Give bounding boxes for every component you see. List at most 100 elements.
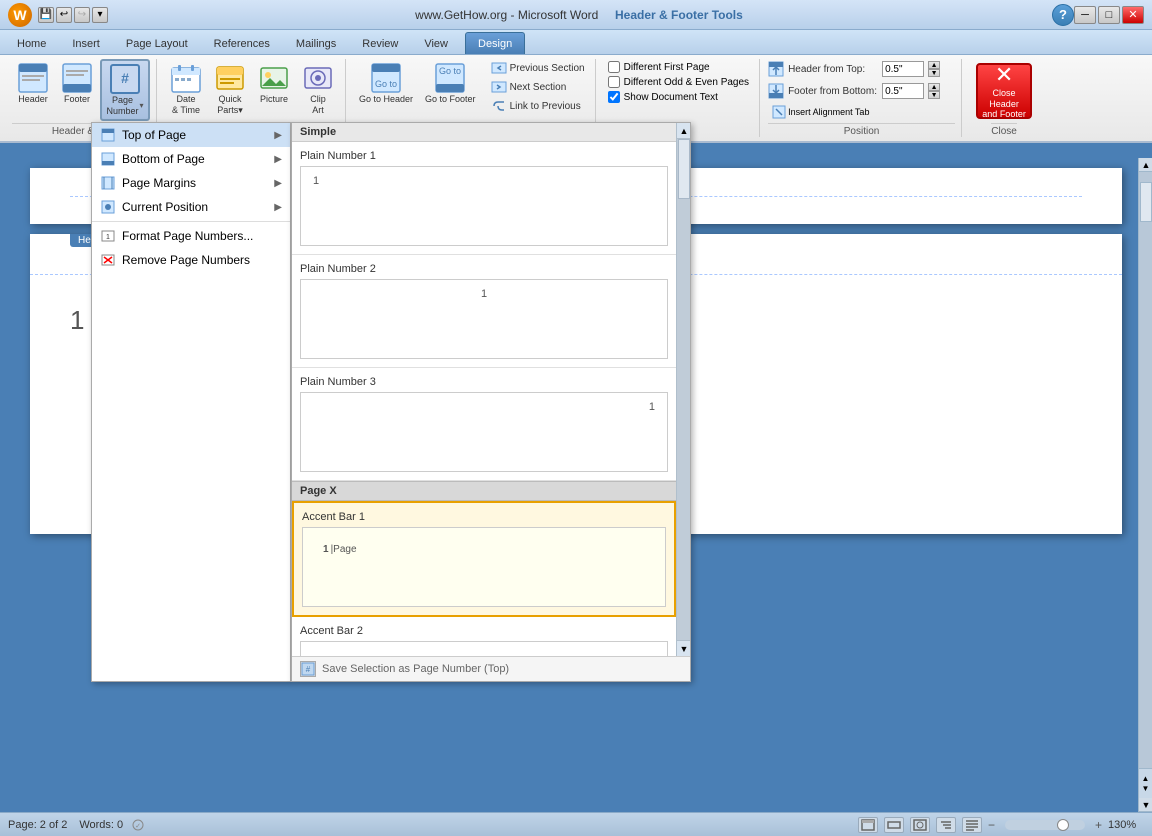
- zoom-slider[interactable]: [1005, 820, 1085, 830]
- gallery-scrollable[interactable]: Simple Plain Number 1 1 Plain Number 2 1: [292, 123, 676, 656]
- different-first-page-checkbox[interactable]: Different First Page: [608, 61, 749, 73]
- different-odd-even-checkbox[interactable]: Different Odd & Even Pages: [608, 76, 749, 88]
- save-btn[interactable]: 💾: [38, 7, 54, 23]
- remove-page-numbers-label: Remove Page Numbers: [122, 253, 250, 267]
- picture-button[interactable]: Picture: [253, 59, 295, 108]
- scroll-down-btn[interactable]: ▼: [677, 640, 690, 656]
- scroll-up-button[interactable]: ▲: [1139, 158, 1152, 172]
- print-layout-view-btn[interactable]: [858, 817, 878, 833]
- tab-page-layout[interactable]: Page Layout: [113, 32, 201, 54]
- footer-from-bottom-icon: [768, 83, 784, 99]
- gallery-item-accent-bar-2[interactable]: Accent Bar 2 Page | 1: [292, 617, 676, 656]
- header-from-top-spinner[interactable]: ▲ ▼: [928, 61, 940, 77]
- dropdown-item-top-of-page[interactable]: Top of Page ▶: [92, 123, 290, 147]
- zoom-minus-btn[interactable]: −: [988, 818, 995, 832]
- go-to-header-button[interactable]: Go to Go to Header: [354, 59, 418, 108]
- show-document-text-input[interactable]: [608, 91, 620, 103]
- quick-parts-button[interactable]: QuickParts▾: [209, 59, 251, 119]
- tab-references[interactable]: References: [201, 32, 283, 54]
- tab-home[interactable]: Home: [4, 32, 59, 54]
- web-layout-view-btn[interactable]: [910, 817, 930, 833]
- gallery-item-plain-number-1[interactable]: Plain Number 1 1: [292, 142, 676, 255]
- gallery-footer-text: Save Selection as Page Number (Top): [322, 663, 509, 675]
- previous-section-button[interactable]: Previous Section: [487, 59, 589, 77]
- insert-alignment-tab-button[interactable]: Insert Alignment Tab: [768, 103, 873, 121]
- scroll-thumb[interactable]: [678, 139, 690, 199]
- tab-design[interactable]: Design: [465, 32, 525, 54]
- dropdown-item-page-margins[interactable]: Page Margins ▶: [92, 171, 290, 195]
- plain-number-3-label: Plain Number 3: [300, 376, 668, 388]
- footer-label: Footer: [64, 94, 90, 105]
- window-controls[interactable]: ─ □ ✕: [1074, 6, 1144, 24]
- header-button[interactable]: Header: [12, 59, 54, 108]
- link-to-previous-label: Link to Previous: [510, 101, 581, 112]
- track-changes-btn[interactable]: ✓: [131, 818, 145, 832]
- minimize-button[interactable]: ─: [1074, 6, 1096, 24]
- top-of-page-arrow: ▶: [274, 130, 282, 141]
- go-to-footer-button[interactable]: Go to Go to Footer: [420, 59, 481, 108]
- gallery-item-plain-number-2[interactable]: Plain Number 2 1: [292, 255, 676, 368]
- scroll-thumb[interactable]: [1140, 182, 1152, 222]
- redo-btn[interactable]: ↪: [74, 7, 90, 23]
- tab-view[interactable]: View: [411, 32, 461, 54]
- undo-btn[interactable]: ↩: [56, 7, 72, 23]
- ribbon-group-close: ✕ Close Headerand Footer Close: [964, 59, 1044, 137]
- scroll-down-up-arrow[interactable]: ▲: [1142, 774, 1150, 783]
- dropdown-item-current-position[interactable]: Current Position ▶: [92, 195, 290, 219]
- dropdown-item-format-page-numbers[interactable]: 1 Format Page Numbers...: [92, 224, 290, 248]
- different-first-page-input[interactable]: [608, 61, 620, 73]
- zoom-arrows[interactable]: ▲ ▼: [1139, 768, 1152, 798]
- footer-button[interactable]: Footer: [56, 59, 98, 108]
- tab-mailings[interactable]: Mailings: [283, 32, 349, 54]
- dropdown-item-bottom-of-page[interactable]: Bottom of Page ▶: [92, 147, 290, 171]
- accent-bar-2-label: Accent Bar 2: [300, 625, 668, 637]
- different-odd-even-input[interactable]: [608, 76, 620, 88]
- customize-btn[interactable]: ▾: [92, 7, 108, 23]
- plain-number-2-preview: 1: [300, 279, 668, 359]
- options-checkbox-group: Different First Page Different Odd & Eve…: [604, 59, 753, 105]
- gallery-item-accent-bar-1[interactable]: Accent Bar 1 1|Page: [292, 501, 676, 617]
- close-header-footer-button[interactable]: ✕ Close Headerand Footer: [976, 63, 1032, 119]
- quick-access-toolbar[interactable]: 💾 ↩ ↪ ▾: [38, 7, 108, 23]
- document-scrollbar[interactable]: ▲ ▲ ▼ ▼: [1138, 158, 1152, 812]
- link-to-previous-button[interactable]: Link to Previous: [487, 97, 589, 115]
- header-label: Header: [18, 94, 48, 105]
- scroll-down-down-arrow[interactable]: ▼: [1142, 784, 1150, 793]
- next-section-button[interactable]: Next Section: [487, 78, 589, 96]
- footer-bottom-down[interactable]: ▼: [928, 91, 940, 99]
- page-number-button[interactable]: # PageNumber ▾: [100, 59, 150, 121]
- footer-bottom-up[interactable]: ▲: [928, 83, 940, 91]
- maximize-button[interactable]: □: [1098, 6, 1120, 24]
- footer-from-bottom-input[interactable]: [882, 83, 924, 99]
- plain-number-2-label: Plain Number 2: [300, 263, 668, 275]
- zoom-plus-btn[interactable]: +: [1095, 818, 1102, 832]
- dropdown-item-remove-page-numbers[interactable]: Remove Page Numbers: [92, 248, 290, 272]
- tab-review[interactable]: Review: [349, 32, 411, 54]
- svg-text:#: #: [306, 665, 311, 674]
- draft-view-btn[interactable]: [962, 817, 982, 833]
- header-top-up[interactable]: ▲: [928, 61, 940, 69]
- footer-from-bottom-label: Footer from Bottom:: [788, 86, 878, 97]
- outline-view-btn[interactable]: [936, 817, 956, 833]
- footer-from-bottom-spinner[interactable]: ▲ ▼: [928, 83, 940, 99]
- full-screen-view-btn[interactable]: [884, 817, 904, 833]
- show-document-text-checkbox[interactable]: Show Document Text: [608, 91, 749, 103]
- footer-icon: [61, 62, 93, 94]
- position-controls: Header from Top: ▲ ▼ Footer from Bott: [768, 59, 955, 121]
- zoom-thumb[interactable]: [1057, 819, 1069, 831]
- close-button[interactable]: ✕: [1122, 6, 1144, 24]
- current-position-icon: [100, 199, 116, 215]
- clip-art-button[interactable]: ClipArt: [297, 59, 339, 119]
- help-button[interactable]: ?: [1052, 4, 1074, 26]
- gallery-item-plain-number-3[interactable]: Plain Number 3 1: [292, 368, 676, 481]
- tab-insert[interactable]: Insert: [59, 32, 113, 54]
- header-from-top-input[interactable]: [882, 61, 924, 77]
- svg-text:#: #: [121, 70, 129, 86]
- svg-text:Go to: Go to: [375, 79, 397, 89]
- scroll-up-btn[interactable]: ▲: [677, 123, 690, 139]
- header-top-down[interactable]: ▼: [928, 69, 940, 77]
- date-time-button[interactable]: Date& Time: [165, 59, 207, 119]
- header-from-top-label: Header from Top:: [788, 64, 878, 75]
- gallery-scrollbar[interactable]: ▲ ▼: [676, 123, 690, 656]
- scroll-down-button[interactable]: ▼: [1139, 798, 1152, 812]
